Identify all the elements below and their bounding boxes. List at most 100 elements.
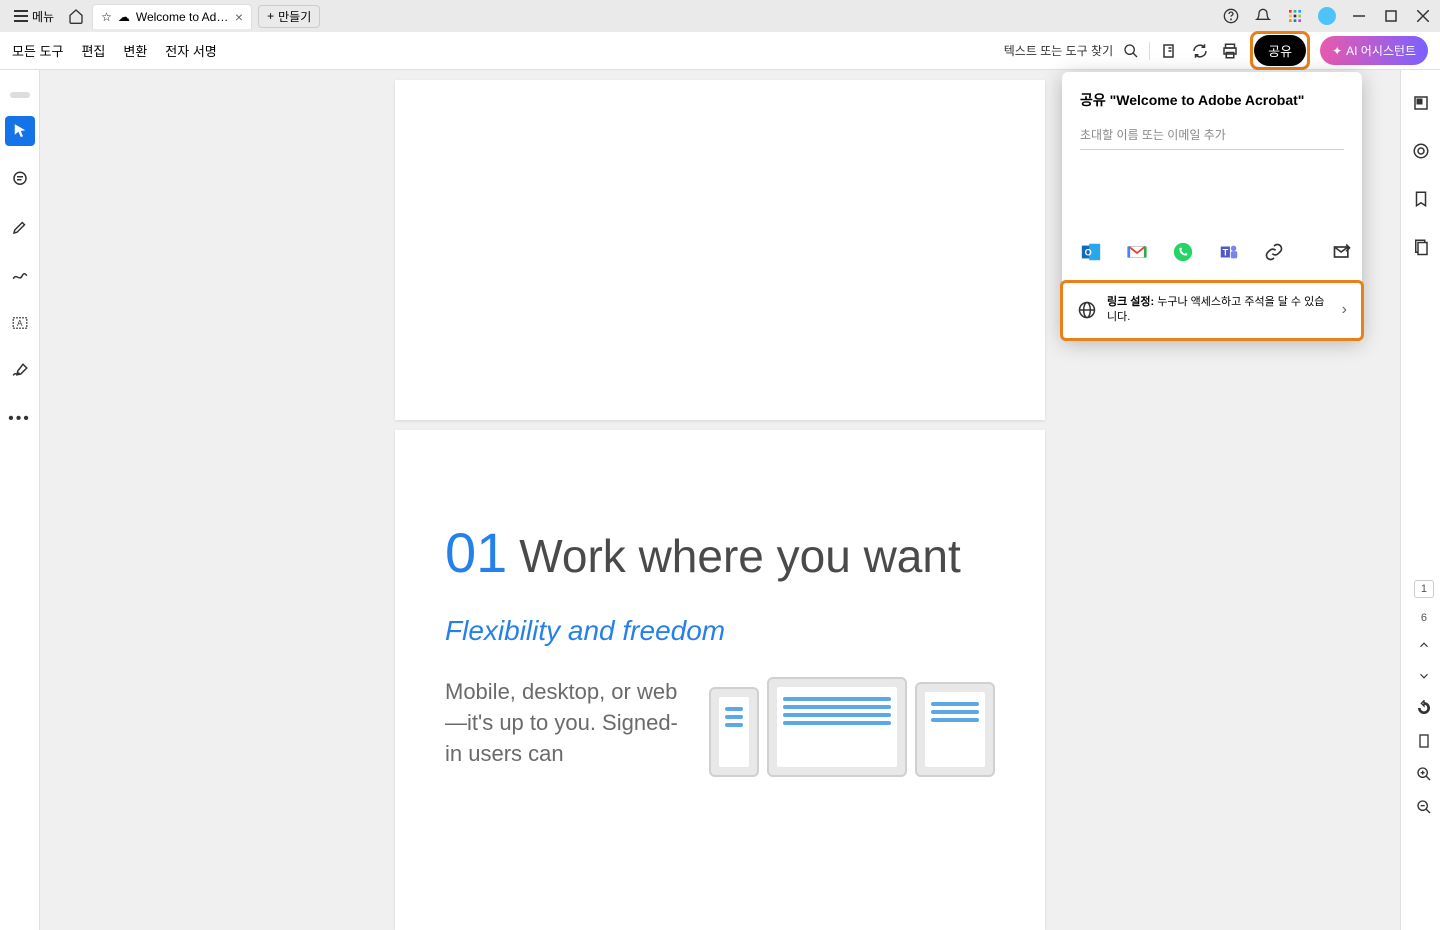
sparkle-icon: ✦ (1332, 44, 1342, 58)
copy-link-button[interactable] (1264, 240, 1284, 264)
invite-input[interactable]: 초대할 이름 또는 이메일 추가 (1080, 120, 1344, 150)
maximize-icon (1385, 10, 1397, 22)
panel-icon (1412, 94, 1430, 112)
share-button-highlight: 공유 (1250, 31, 1310, 70)
sync-icon (1191, 42, 1209, 60)
body-row: Mobile, desktop, or web—it's up to you. … (445, 677, 995, 777)
rotate-button[interactable] (1416, 700, 1432, 719)
apps-button[interactable] (1286, 7, 1304, 25)
maximize-button[interactable] (1382, 7, 1400, 25)
panel-button-2[interactable] (1406, 136, 1436, 166)
search-icon[interactable] (1123, 43, 1139, 59)
select-icon (1161, 42, 1179, 60)
highlight-tool-button[interactable] (5, 212, 35, 242)
bookmark-panel-button[interactable] (1406, 184, 1436, 214)
pointer-tool-button[interactable] (5, 116, 35, 146)
marker-icon (11, 218, 29, 236)
page-up-button[interactable] (1417, 638, 1431, 655)
search-label: 텍스트 또는 도구 찾기 (1004, 44, 1113, 58)
more-tools-button[interactable]: ••• (5, 404, 35, 434)
page-navigation: 1 6 (1414, 580, 1434, 818)
page-fit-icon (1416, 733, 1432, 749)
toolbar-right: 텍스트 또는 도구 찾기 공유 ✦ AI 어시스턴트 (1004, 31, 1428, 70)
text-tool-button[interactable]: A (5, 308, 35, 338)
minimize-button[interactable] (1350, 7, 1368, 25)
outlook-share-button[interactable]: O (1080, 240, 1102, 264)
phone-illustration (709, 687, 759, 777)
draw-tool-button[interactable] (5, 260, 35, 290)
close-icon (1417, 10, 1429, 22)
avatar[interactable] (1318, 7, 1336, 25)
print-icon (1221, 42, 1239, 60)
sync-button[interactable] (1190, 41, 1210, 61)
tablet-illustration (915, 682, 995, 777)
toolbar-left: 모든 도구 편집 변환 전자 서명 (12, 41, 217, 60)
toolbar: 모든 도구 편집 변환 전자 서명 텍스트 또는 도구 찾기 공유 ✦ AI 어… (0, 32, 1440, 70)
link-settings-button[interactable]: 링크 설정: 누구나 액세스하고 주석을 달 수 있습니다. › (1060, 280, 1364, 341)
menu-button[interactable]: 메뉴 (8, 4, 60, 29)
help-icon (1223, 8, 1239, 24)
all-tools-button[interactable]: 모든 도구 (12, 41, 63, 60)
text-box-icon: A (11, 314, 29, 332)
panel-button-1[interactable] (1406, 88, 1436, 118)
new-tab-button[interactable]: + 만들기 (258, 5, 320, 28)
bookmark-icon (1412, 190, 1430, 208)
rail-grip[interactable] (10, 92, 30, 98)
svg-text:T: T (1223, 248, 1229, 258)
notifications-button[interactable] (1254, 7, 1272, 25)
cloud-icon: ☁ (118, 10, 130, 24)
link-settings-label: 링크 설정: (1107, 296, 1154, 308)
pointer-icon (11, 122, 29, 140)
outlook-icon: O (1080, 241, 1102, 263)
hamburger-icon (14, 10, 28, 22)
share-app-row: O T (1062, 230, 1362, 280)
pages-icon (1412, 238, 1430, 256)
gmail-share-button[interactable] (1126, 240, 1148, 264)
at-icon (1412, 142, 1430, 160)
send-invite-button[interactable] (1332, 240, 1352, 264)
star-icon: ☆ (101, 10, 112, 24)
sign-tool-button[interactable] (5, 356, 35, 386)
page-down-button[interactable] (1417, 669, 1431, 686)
document-page-1 (395, 80, 1045, 420)
whatsapp-share-button[interactable] (1172, 240, 1194, 264)
comment-tool-button[interactable] (5, 164, 35, 194)
menu-label: 메뉴 (32, 8, 54, 25)
zoom-in-button[interactable] (1416, 766, 1432, 785)
left-tool-rail: A ••• (0, 70, 40, 930)
draw-icon (11, 266, 29, 284)
body-text: Mobile, desktop, or web—it's up to you. … (445, 677, 679, 777)
link-settings-text: 링크 설정: 누구나 액세스하고 주석을 달 수 있습니다. (1107, 295, 1332, 326)
select-tool-button[interactable] (1160, 41, 1180, 61)
home-icon (68, 8, 84, 24)
zoom-in-icon (1416, 766, 1432, 782)
convert-button[interactable]: 변환 (123, 41, 147, 60)
search-button[interactable]: 텍스트 또는 도구 찾기 (1004, 42, 1113, 59)
current-page-input[interactable]: 1 (1414, 580, 1434, 598)
zoom-out-button[interactable] (1416, 799, 1432, 818)
document-tab[interactable]: ☆ ☁ Welcome to Ado... × (92, 4, 252, 29)
section-heading: Work where you want (519, 529, 960, 583)
plus-icon: + (267, 9, 274, 23)
signature-icon (11, 362, 29, 380)
minimize-icon (1353, 10, 1365, 22)
share-button[interactable]: 공유 (1254, 35, 1306, 66)
esign-button[interactable]: 전자 서명 (165, 41, 216, 60)
grid-icon (1287, 8, 1303, 24)
ai-assistant-button[interactable]: ✦ AI 어시스턴트 (1320, 36, 1428, 65)
rotate-icon (1416, 700, 1432, 716)
tab-close-button[interactable]: × (235, 9, 243, 25)
gmail-icon (1126, 241, 1148, 263)
fit-page-button[interactable] (1416, 733, 1432, 752)
print-button[interactable] (1220, 41, 1240, 61)
link-icon (1264, 242, 1284, 262)
pages-panel-button[interactable] (1406, 232, 1436, 262)
share-popover: 공유 "Welcome to Adobe Acrobat" 초대할 이름 또는 … (1062, 72, 1362, 339)
edit-button[interactable]: 편집 (81, 41, 105, 60)
home-button[interactable] (66, 6, 86, 26)
help-button[interactable] (1222, 7, 1240, 25)
new-tab-label: 만들기 (278, 8, 311, 25)
close-window-button[interactable] (1414, 7, 1432, 25)
globe-icon (1077, 300, 1097, 320)
teams-share-button[interactable]: T (1218, 240, 1240, 264)
